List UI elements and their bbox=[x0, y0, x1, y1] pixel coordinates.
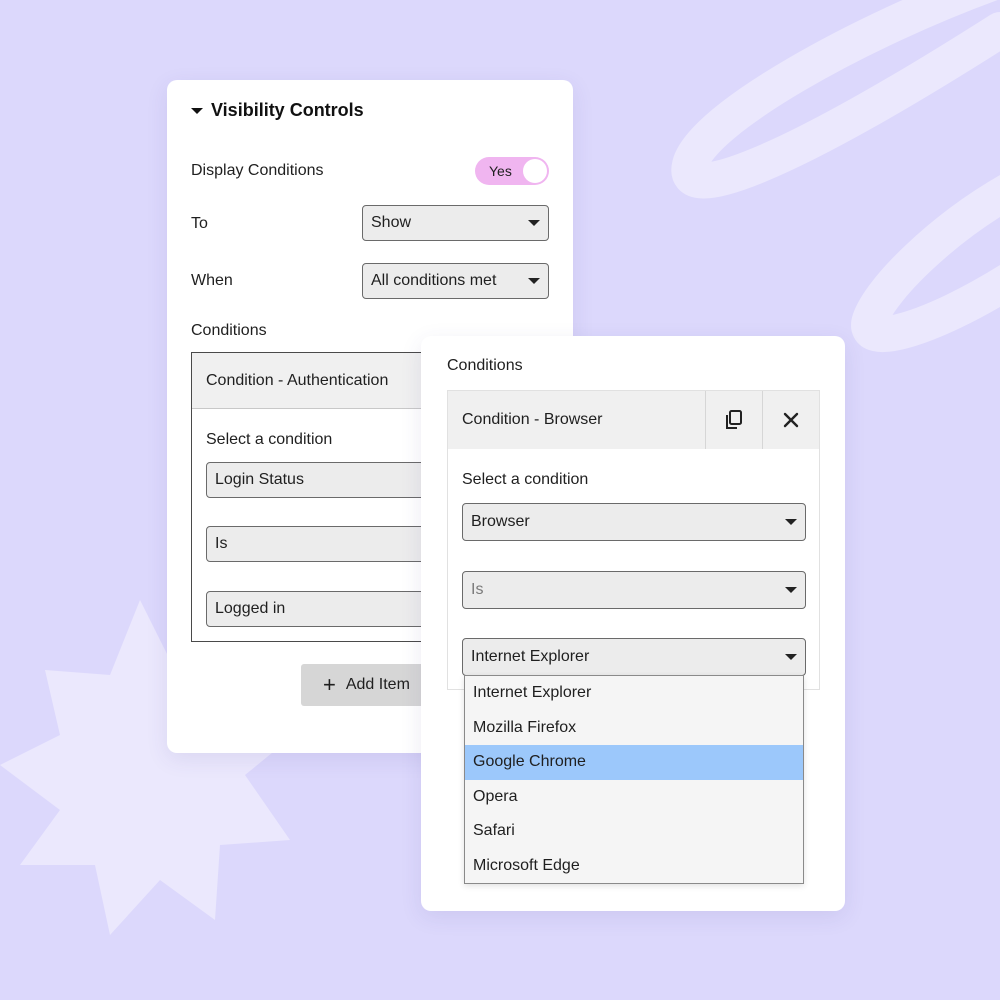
to-select[interactable]: Show bbox=[362, 205, 549, 241]
decor-swirl-2 bbox=[851, 175, 1000, 353]
select-value: Is bbox=[215, 535, 228, 552]
browser-select[interactable]: Browser bbox=[462, 503, 806, 541]
to-select-value: Show bbox=[371, 214, 412, 231]
select-value: Login Status bbox=[215, 471, 304, 488]
chevron-down-icon bbox=[785, 587, 797, 593]
select-condition-label: Select a condition bbox=[206, 431, 333, 448]
conditions-label: Conditions bbox=[447, 357, 523, 374]
display-conditions-label: Display Conditions bbox=[191, 162, 324, 179]
select-value: Internet Explorer bbox=[471, 648, 590, 665]
collapse-caret-icon[interactable] bbox=[191, 107, 203, 114]
chevron-down-icon bbox=[785, 654, 797, 660]
add-item-label: Add Item bbox=[345, 676, 410, 693]
condition-title: Condition - Authentication bbox=[206, 371, 389, 389]
copy-icon bbox=[726, 410, 742, 429]
condition-title: Condition - Browser bbox=[462, 411, 603, 428]
chevron-down-icon bbox=[528, 278, 540, 284]
decor-swirl bbox=[671, 0, 1000, 199]
select-condition-label: Select a condition bbox=[462, 471, 589, 488]
condition-browser-box: Condition - Browser Select a condition B… bbox=[447, 390, 820, 690]
remove-condition-button[interactable] bbox=[762, 391, 819, 449]
browser-conditions-panel: Conditions Condition - Browser Select a … bbox=[421, 336, 845, 911]
chevron-down-icon bbox=[785, 519, 797, 525]
browser-value-select[interactable]: Internet Explorer bbox=[462, 638, 806, 676]
chevron-down-icon bbox=[528, 220, 540, 226]
toggle-label: Yes bbox=[489, 163, 512, 179]
dropdown-option-internet-explorer[interactable]: Internet Explorer bbox=[465, 676, 803, 711]
display-conditions-toggle[interactable]: Yes bbox=[475, 157, 549, 185]
condition-header[interactable]: Condition - Browser bbox=[448, 391, 819, 449]
select-value: Logged in bbox=[215, 600, 286, 617]
dropdown-option-microsoft-edge[interactable]: Microsoft Edge bbox=[465, 849, 803, 884]
when-label: When bbox=[191, 272, 233, 289]
browser-dropdown-list: Internet Explorer Mozilla Firefox Google… bbox=[464, 675, 804, 884]
section-header[interactable]: Visibility Controls bbox=[191, 100, 364, 121]
close-icon bbox=[783, 412, 799, 428]
select-value: Is bbox=[471, 581, 484, 598]
section-title: Visibility Controls bbox=[211, 100, 364, 120]
dropdown-option-mozilla-firefox[interactable]: Mozilla Firefox bbox=[465, 711, 803, 746]
duplicate-button[interactable] bbox=[705, 391, 762, 449]
conditions-label: Conditions bbox=[191, 322, 267, 339]
dropdown-option-google-chrome[interactable]: Google Chrome bbox=[465, 745, 803, 780]
select-value: Browser bbox=[471, 513, 530, 530]
when-select-value: All conditions met bbox=[371, 272, 497, 289]
plus-icon: + bbox=[323, 672, 336, 697]
operator-select[interactable]: Is bbox=[462, 571, 806, 609]
toggle-knob bbox=[523, 159, 547, 183]
dropdown-option-safari[interactable]: Safari bbox=[465, 814, 803, 849]
to-label: To bbox=[191, 215, 208, 232]
dropdown-option-opera[interactable]: Opera bbox=[465, 780, 803, 815]
when-select[interactable]: All conditions met bbox=[362, 263, 549, 299]
